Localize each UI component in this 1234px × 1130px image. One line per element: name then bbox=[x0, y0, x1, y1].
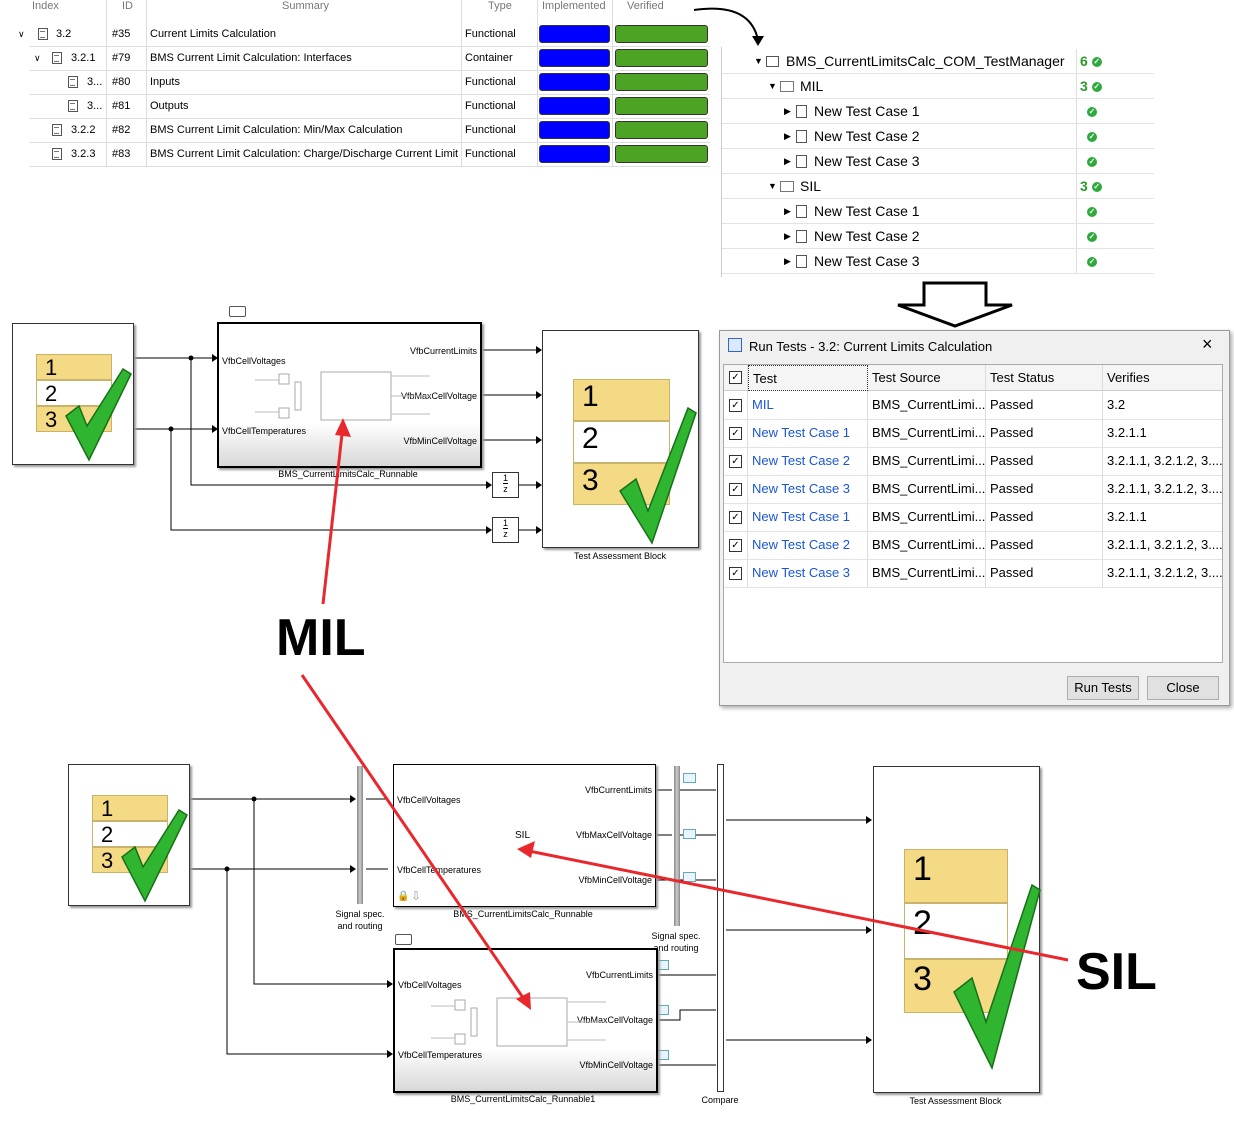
sil-annotation: SIL bbox=[1076, 943, 1157, 1001]
mil-annotation: MIL bbox=[276, 609, 366, 667]
annotation-arrows bbox=[300, 418, 1069, 1010]
